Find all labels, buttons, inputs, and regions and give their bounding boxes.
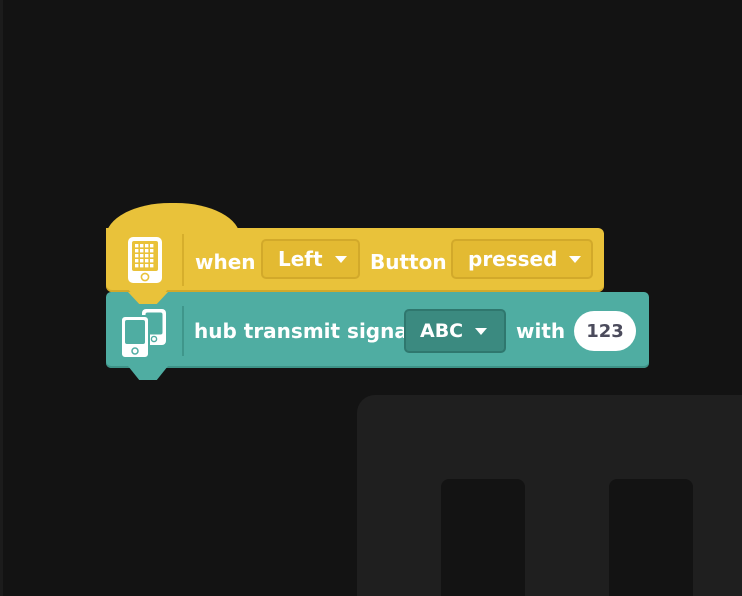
hub-icon	[128, 237, 162, 283]
chevron-down-icon	[334, 255, 347, 263]
button-label: Button	[370, 250, 447, 274]
block-separator	[182, 234, 184, 286]
signal-name-value: ABC	[420, 320, 464, 342]
hubs-signal-icon	[120, 309, 166, 359]
button-side-value: Left	[278, 247, 323, 271]
panel-slot	[609, 479, 693, 596]
button-state-value: pressed	[468, 247, 558, 271]
chevron-down-icon	[569, 255, 582, 263]
signal-name-dropdown[interactable]: ABC	[404, 309, 506, 353]
with-label: with	[516, 319, 566, 343]
button-state-dropdown[interactable]: pressed	[451, 239, 593, 279]
canvas-edge	[0, 0, 3, 596]
action-block-connector	[128, 366, 168, 380]
code-canvas[interactable]: when Left Button pressed hub transmit si…	[0, 0, 742, 596]
chevron-down-icon	[475, 327, 488, 335]
when-label: when	[195, 250, 256, 274]
panel-slot	[441, 479, 525, 596]
block-separator	[182, 306, 184, 356]
signal-value-input[interactable]: 123	[574, 311, 636, 351]
action-label: hub transmit signal	[194, 319, 415, 343]
button-side-dropdown[interactable]: Left	[261, 239, 360, 279]
